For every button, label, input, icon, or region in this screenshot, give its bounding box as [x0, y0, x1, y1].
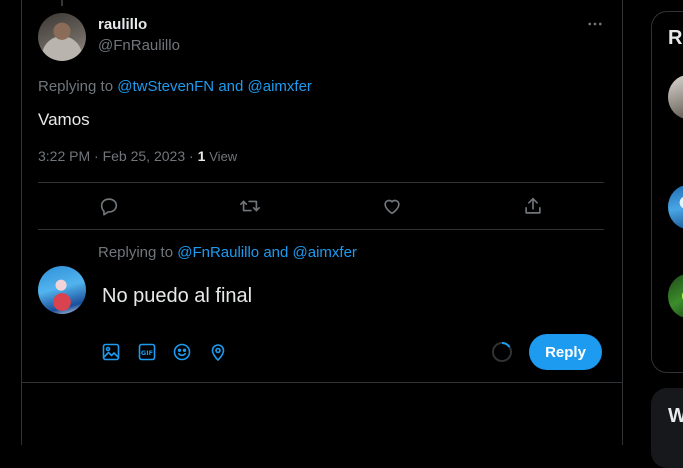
reply-input[interactable]: No puedo al final: [102, 285, 252, 308]
author-avatar[interactable]: [38, 13, 86, 61]
share-icon[interactable]: [522, 195, 544, 217]
divider: [38, 229, 604, 230]
author-name[interactable]: raulillo: [98, 16, 147, 33]
timeline-column: [21, 0, 623, 445]
reply-target-1[interactable]: @twStevenFN: [117, 78, 214, 95]
replying-prefix: Replying to: [98, 244, 174, 261]
divider: [21, 382, 622, 383]
composer-replying-line: Replying to @FnRaulillo and @aimxfer: [98, 244, 357, 261]
emoji-icon[interactable]: [172, 342, 192, 362]
comment-icon[interactable]: [98, 195, 120, 217]
reply-button[interactable]: Reply: [529, 334, 602, 370]
views-count: 1: [197, 148, 206, 164]
tweet-meta: 3:22 PM · Feb 25, 2023 · 1 View: [38, 148, 237, 164]
gif-icon[interactable]: GIF: [137, 342, 157, 362]
retweet-icon[interactable]: [239, 195, 261, 217]
thread-connector: [61, 0, 63, 6]
reply-and[interactable]: and: [218, 78, 243, 95]
reply-target-2[interactable]: @aimxfer: [248, 78, 312, 95]
replying-prefix: Replying to: [38, 78, 114, 95]
replying-to-line: Replying to @twStevenFN and @aimxfer: [38, 78, 312, 95]
divider: [38, 182, 604, 183]
views-label: View: [209, 149, 238, 164]
sidebar-card-title: R: [668, 27, 683, 49]
sidebar-card-title: W: [668, 405, 683, 427]
tweet-time[interactable]: 3:22 PM: [38, 148, 90, 164]
reply-and[interactable]: and: [263, 244, 288, 261]
tweet-date[interactable]: Feb 25, 2023: [103, 148, 186, 164]
location-icon[interactable]: [208, 342, 228, 362]
tweet-text: Vamos: [38, 110, 90, 129]
reply-target-2[interactable]: @aimxfer: [293, 244, 357, 261]
character-count-progress: [491, 341, 513, 363]
author-handle[interactable]: @FnRaulillo: [98, 37, 180, 54]
heart-icon[interactable]: [381, 195, 403, 217]
sidebar-card-whats-happening: [651, 388, 683, 468]
more-options-icon[interactable]: [584, 15, 606, 33]
meta-separator: ·: [189, 148, 194, 164]
image-icon[interactable]: [101, 342, 121, 362]
meta-separator: ·: [94, 148, 99, 164]
user-avatar[interactable]: [38, 266, 86, 314]
reply-target-1[interactable]: @FnRaulillo: [177, 244, 259, 261]
svg-text:GIF: GIF: [141, 349, 153, 357]
